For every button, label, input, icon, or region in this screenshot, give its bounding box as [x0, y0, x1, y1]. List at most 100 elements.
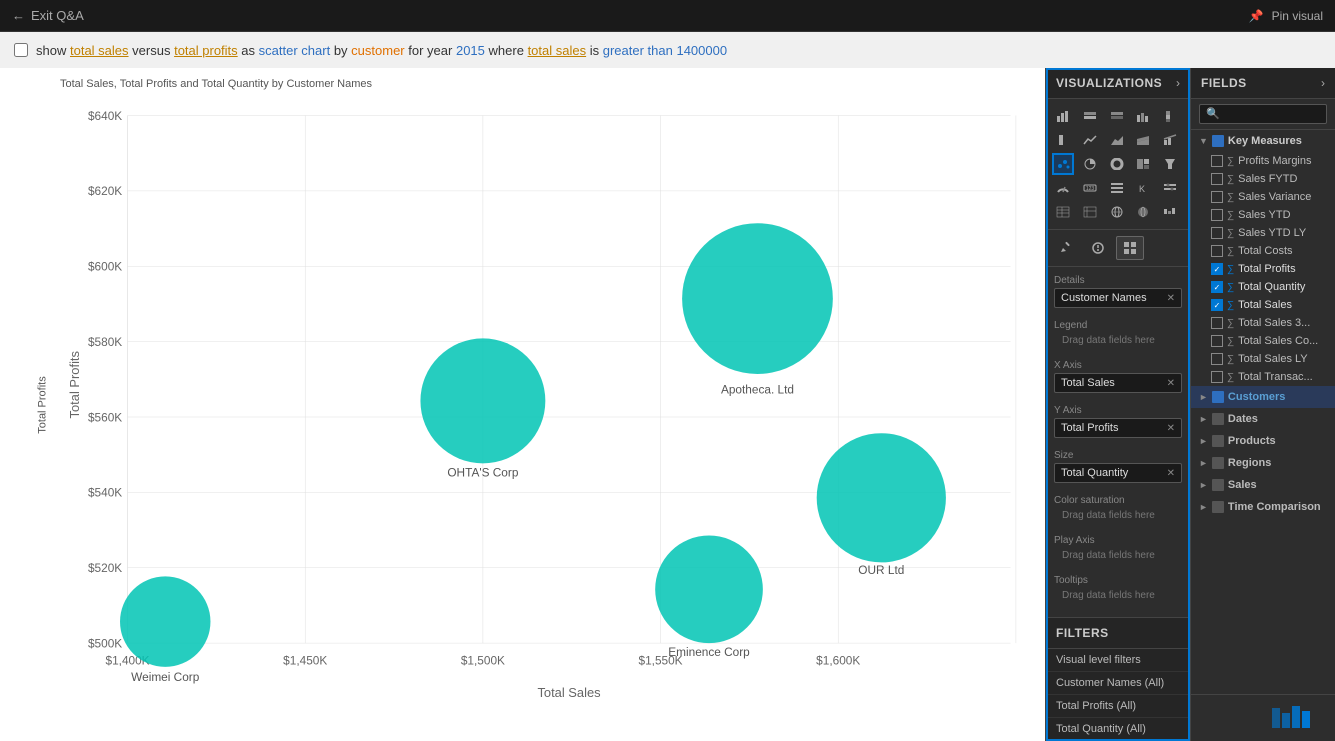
- waterfall-icon-btn[interactable]: [1159, 201, 1181, 223]
- field-profits-margins[interactable]: ∑ Profits Margins: [1191, 152, 1335, 170]
- dates-label: Dates: [1228, 413, 1258, 425]
- table-icon-btn[interactable]: [1052, 201, 1074, 223]
- bubble-eminence[interactable]: [655, 535, 763, 643]
- color-drag-area[interactable]: Drag data fields here: [1054, 508, 1182, 523]
- bubble-apotheca[interactable]: [682, 223, 833, 374]
- field-total-transac[interactable]: ∑ Total Transac...: [1191, 368, 1335, 386]
- field-sales-fytd[interactable]: ∑ Sales FYTD: [1191, 170, 1335, 188]
- legend-label: Legend: [1054, 320, 1182, 331]
- fields-group-sales-header[interactable]: ► Sales: [1191, 474, 1335, 496]
- total-costs-checkbox[interactable]: [1211, 245, 1223, 257]
- bubble-ohtas[interactable]: [420, 338, 545, 463]
- y-axis-field-value[interactable]: Total Profits ✕: [1054, 418, 1182, 438]
- map-icon-btn[interactable]: [1106, 201, 1128, 223]
- area-chart-icon-btn[interactable]: [1106, 129, 1128, 151]
- sigma-icon9: ∑: [1227, 300, 1234, 311]
- clustered-col-icon-btn[interactable]: [1132, 105, 1154, 127]
- gauge-icon-btn[interactable]: [1052, 177, 1074, 199]
- query-checkbox[interactable]: [14, 43, 28, 57]
- total-sales-checkbox[interactable]: ✓: [1211, 299, 1223, 311]
- legend-drag-area[interactable]: Drag data fields here: [1054, 333, 1182, 348]
- x-axis-section: X Axis Total Sales ✕: [1046, 356, 1190, 401]
- 100pct-bar-icon-btn[interactable]: [1106, 105, 1128, 127]
- stacked-area-icon-btn[interactable]: [1132, 129, 1154, 151]
- field-total-sales-co[interactable]: ∑ Total Sales Co...: [1191, 332, 1335, 350]
- fields-search-container: [1191, 99, 1335, 130]
- fields-group-dates-header[interactable]: ► Dates: [1191, 408, 1335, 430]
- filter-customer-names[interactable]: Customer Names (All): [1046, 672, 1190, 695]
- fields-group-products-header[interactable]: ► Products: [1191, 430, 1335, 452]
- field-total-sales-3[interactable]: ∑ Total Sales 3...: [1191, 314, 1335, 332]
- sales-fytd-checkbox[interactable]: [1211, 173, 1223, 185]
- filter-total-profits[interactable]: Total Profits (All): [1046, 695, 1190, 718]
- field-total-costs[interactable]: ∑ Total Costs: [1191, 242, 1335, 260]
- line-col-icon-btn[interactable]: [1159, 129, 1181, 151]
- stacked-col-icon-btn[interactable]: [1159, 105, 1181, 127]
- total-transac-checkbox[interactable]: [1211, 371, 1223, 383]
- filled-map-icon-btn[interactable]: [1132, 201, 1154, 223]
- svg-text:$1,500K: $1,500K: [461, 654, 505, 668]
- pie-chart-icon-btn[interactable]: [1079, 153, 1101, 175]
- fields-group-regions-header[interactable]: ► Regions: [1191, 452, 1335, 474]
- stacked-bar-icon-btn[interactable]: [1079, 105, 1101, 127]
- total-sales-co-label: Total Sales Co...: [1238, 335, 1318, 347]
- size-field-value[interactable]: Total Quantity ✕: [1054, 463, 1182, 483]
- multi-row-card-icon-btn[interactable]: [1106, 177, 1128, 199]
- total-sales-ly-checkbox[interactable]: [1211, 353, 1223, 365]
- pin-visual-button[interactable]: 📌 Pin visual: [1249, 9, 1323, 23]
- field-total-sales[interactable]: ✓ ∑ Total Sales: [1191, 296, 1335, 314]
- field-total-quantity[interactable]: ✓ ∑ Total Quantity: [1191, 278, 1335, 296]
- profits-margins-checkbox[interactable]: [1211, 155, 1223, 167]
- card-icon-btn[interactable]: 123: [1079, 177, 1101, 199]
- funnel-icon-btn[interactable]: [1159, 153, 1181, 175]
- slicer-icon-btn[interactable]: [1159, 177, 1181, 199]
- exit-qa-button[interactable]: ← Exit Q&A: [12, 8, 84, 23]
- filter-visual-level[interactable]: Visual level filters: [1046, 649, 1190, 672]
- fields-group-key-measures-header[interactable]: ▼ Key Measures: [1191, 130, 1335, 152]
- total-sales-co-checkbox[interactable]: [1211, 335, 1223, 347]
- format-tool-btn[interactable]: [1052, 236, 1080, 260]
- matrix-icon-btn[interactable]: [1079, 201, 1101, 223]
- treemap-icon-btn[interactable]: [1132, 153, 1154, 175]
- kpi-icon-btn[interactable]: K: [1132, 177, 1154, 199]
- customers-icon: [1212, 391, 1224, 403]
- fields-group-time-comparison-header[interactable]: ► Time Comparison: [1191, 496, 1335, 518]
- 100pct-col-icon-btn[interactable]: [1052, 129, 1074, 151]
- customer-names-field[interactable]: Customer Names ✕: [1054, 288, 1182, 308]
- field-sales-ytd[interactable]: ∑ Sales YTD: [1191, 206, 1335, 224]
- fields-group-customers-header[interactable]: ► Customers: [1191, 386, 1335, 408]
- bar-chart-icon-btn[interactable]: [1052, 105, 1074, 127]
- total-sales-3-checkbox[interactable]: [1211, 317, 1223, 329]
- y-axis-remove-icon[interactable]: ✕: [1167, 423, 1175, 434]
- total-quantity-checkbox[interactable]: ✓: [1211, 281, 1223, 293]
- fields-panel-chevron[interactable]: ›: [1321, 76, 1325, 90]
- svg-text:$1,450K: $1,450K: [283, 654, 327, 668]
- sales-variance-checkbox[interactable]: [1211, 191, 1223, 203]
- fields-search-input[interactable]: [1199, 104, 1327, 124]
- tooltips-drag-area[interactable]: Drag data fields here: [1054, 588, 1182, 603]
- line-chart-icon-btn[interactable]: [1079, 129, 1101, 151]
- x-axis-field-value[interactable]: Total Sales ✕: [1054, 373, 1182, 393]
- donut-chart-icon-btn[interactable]: [1106, 153, 1128, 175]
- field-total-profits[interactable]: ✓ ∑ Total Profits: [1191, 260, 1335, 278]
- bubble-our-ltd[interactable]: [817, 433, 946, 562]
- svg-text:Apotheca. Ltd: Apotheca. Ltd: [721, 382, 794, 396]
- field-total-sales-ly[interactable]: ∑ Total Sales LY: [1191, 350, 1335, 368]
- filter-total-quantity[interactable]: Total Quantity (All): [1046, 718, 1190, 741]
- analytics-tool-btn[interactable]: [1084, 236, 1112, 260]
- field-sales-ytd-ly[interactable]: ∑ Sales YTD LY: [1191, 224, 1335, 242]
- sales-ytd-checkbox[interactable]: [1211, 209, 1223, 221]
- total-profits-checkbox[interactable]: ✓: [1211, 263, 1223, 275]
- size-remove-icon[interactable]: ✕: [1167, 468, 1175, 479]
- scatter-chart-icon-btn[interactable]: [1052, 153, 1074, 175]
- play-drag-area[interactable]: Drag data fields here: [1054, 548, 1182, 563]
- color-saturation-label: Color saturation: [1054, 495, 1182, 506]
- field-sales-variance[interactable]: ∑ Sales Variance: [1191, 188, 1335, 206]
- viz-panel-chevron[interactable]: ›: [1176, 76, 1180, 90]
- sales-ytd-ly-checkbox[interactable]: [1211, 227, 1223, 239]
- fields-tool-btn[interactable]: [1116, 236, 1144, 260]
- field-remove-icon[interactable]: ✕: [1167, 293, 1175, 304]
- bubble-weimei[interactable]: [120, 576, 210, 666]
- x-axis-remove-icon[interactable]: ✕: [1167, 378, 1175, 389]
- color-saturation-section: Color saturation Drag data fields here: [1046, 491, 1190, 531]
